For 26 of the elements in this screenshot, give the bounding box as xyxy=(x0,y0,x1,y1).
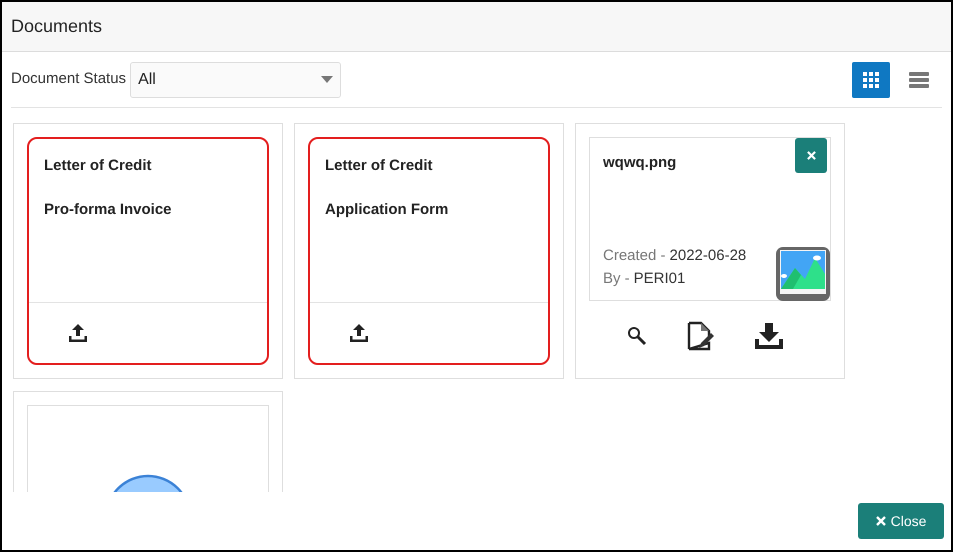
file-name: wqwq.png xyxy=(603,153,676,173)
close-icon xyxy=(876,516,886,526)
list-view-icon xyxy=(909,72,929,88)
grid-view-button[interactable] xyxy=(852,62,890,98)
edit-document-icon[interactable] xyxy=(687,321,715,351)
image-file-icon xyxy=(775,246,831,302)
close-icon xyxy=(806,151,816,160)
author-label: By - xyxy=(603,269,630,289)
caret-icon xyxy=(321,76,334,84)
filter-label: Document Status xyxy=(11,69,126,90)
status-dropdown[interactable]: All xyxy=(130,62,342,98)
remove-button[interactable] xyxy=(795,138,827,173)
document-category: Letter of Credit xyxy=(325,156,434,176)
grid-view-icon xyxy=(863,72,879,88)
document-type: Pro-forma Invoice xyxy=(44,200,173,220)
created-label: Created - xyxy=(603,246,666,266)
download-icon[interactable] xyxy=(755,323,783,349)
document-category: Letter of Credit xyxy=(44,156,153,176)
upload-icon[interactable] xyxy=(349,324,369,342)
author-name: PERI01 xyxy=(634,269,686,289)
document-type: Application Form xyxy=(325,200,450,220)
close-button[interactable]: Close xyxy=(858,503,944,539)
upload-icon[interactable] xyxy=(68,324,88,342)
window-title: Documents xyxy=(11,15,102,38)
created-date: 2022-06-28 xyxy=(670,246,746,266)
search-icon[interactable] xyxy=(627,326,647,346)
